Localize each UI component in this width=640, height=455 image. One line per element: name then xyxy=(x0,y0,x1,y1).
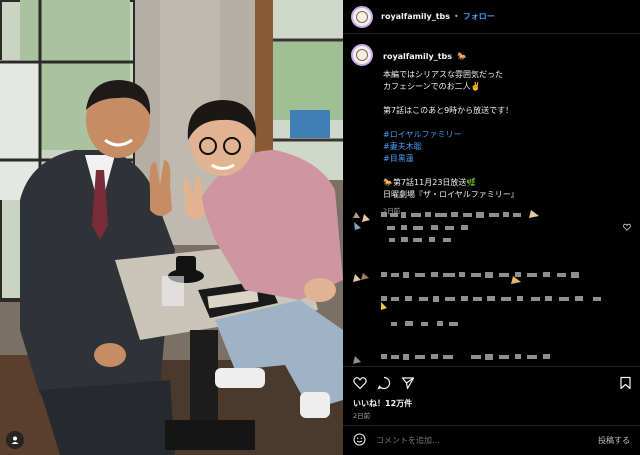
verified-horse-icon: 🐎 xyxy=(457,52,468,61)
header-username[interactable]: royalfamily_tbs xyxy=(381,12,450,21)
header-separator: • xyxy=(454,12,459,21)
obscured-comment-text xyxy=(381,210,539,242)
hashtag-tsumabuki[interactable]: #妻夫木聡 xyxy=(383,141,623,153)
heart-icon[interactable] xyxy=(353,375,367,394)
caption-program-line: 日曜劇場『ザ・ロイヤルファミリー』 xyxy=(383,190,519,199)
paper-plane-icon[interactable] xyxy=(401,375,415,394)
obscured-comment-text xyxy=(381,354,550,360)
post-side-panel: royalfamily_tbs • フォロー royalfamily_tbs 🐎… xyxy=(343,0,640,455)
post-time: 2日前 xyxy=(353,412,371,420)
caption-username[interactable]: royalfamily_tbs xyxy=(383,52,452,61)
caption-broadcast-line: 第7話はこのあと9時から放送です！ xyxy=(383,106,514,115)
post-actions xyxy=(343,366,640,396)
likes-count[interactable]: いいね！12万件 xyxy=(353,398,412,409)
comment-bar: 投稿する xyxy=(343,425,640,455)
user-tag-button[interactable] xyxy=(6,431,24,449)
hashtag-royal-family[interactable]: #ロイヤルファミリー xyxy=(383,129,623,141)
post-photo[interactable] xyxy=(0,0,343,455)
obscured-comment-text xyxy=(381,272,601,326)
follow-button[interactable]: フォロー xyxy=(463,11,495,22)
comment-bubble-icon[interactable] xyxy=(377,375,391,394)
post-comment-button[interactable]: 投稿する xyxy=(598,435,630,446)
hashtag-meguro[interactable]: #目黒蓮 xyxy=(383,153,623,165)
comment-input[interactable] xyxy=(376,436,598,445)
caption-line-1: 本編ではシリアスな雰囲気だった xyxy=(383,70,503,79)
comment-like-heart-icon[interactable] xyxy=(623,216,631,235)
comment-avatar[interactable] xyxy=(351,270,373,292)
bookmark-icon[interactable] xyxy=(619,375,632,394)
account-avatar[interactable] xyxy=(351,5,373,28)
caption-line-2: カフェシーンでのお二人✌️ xyxy=(383,82,481,91)
emoji-smile-icon[interactable] xyxy=(353,431,366,450)
cafe-photo-illustration xyxy=(0,0,343,455)
caption-avatar[interactable] xyxy=(351,44,373,66)
user-tag-icon xyxy=(10,435,20,445)
caption: royalfamily_tbs 🐎 本編ではシリアスな雰囲気だった カフェシーン… xyxy=(351,44,640,215)
post-header: royalfamily_tbs • フォロー xyxy=(343,0,640,34)
caption-episode-line: 🐎第7話11月23日放送🌿 xyxy=(383,178,477,187)
comment-avatar[interactable] xyxy=(351,210,373,232)
